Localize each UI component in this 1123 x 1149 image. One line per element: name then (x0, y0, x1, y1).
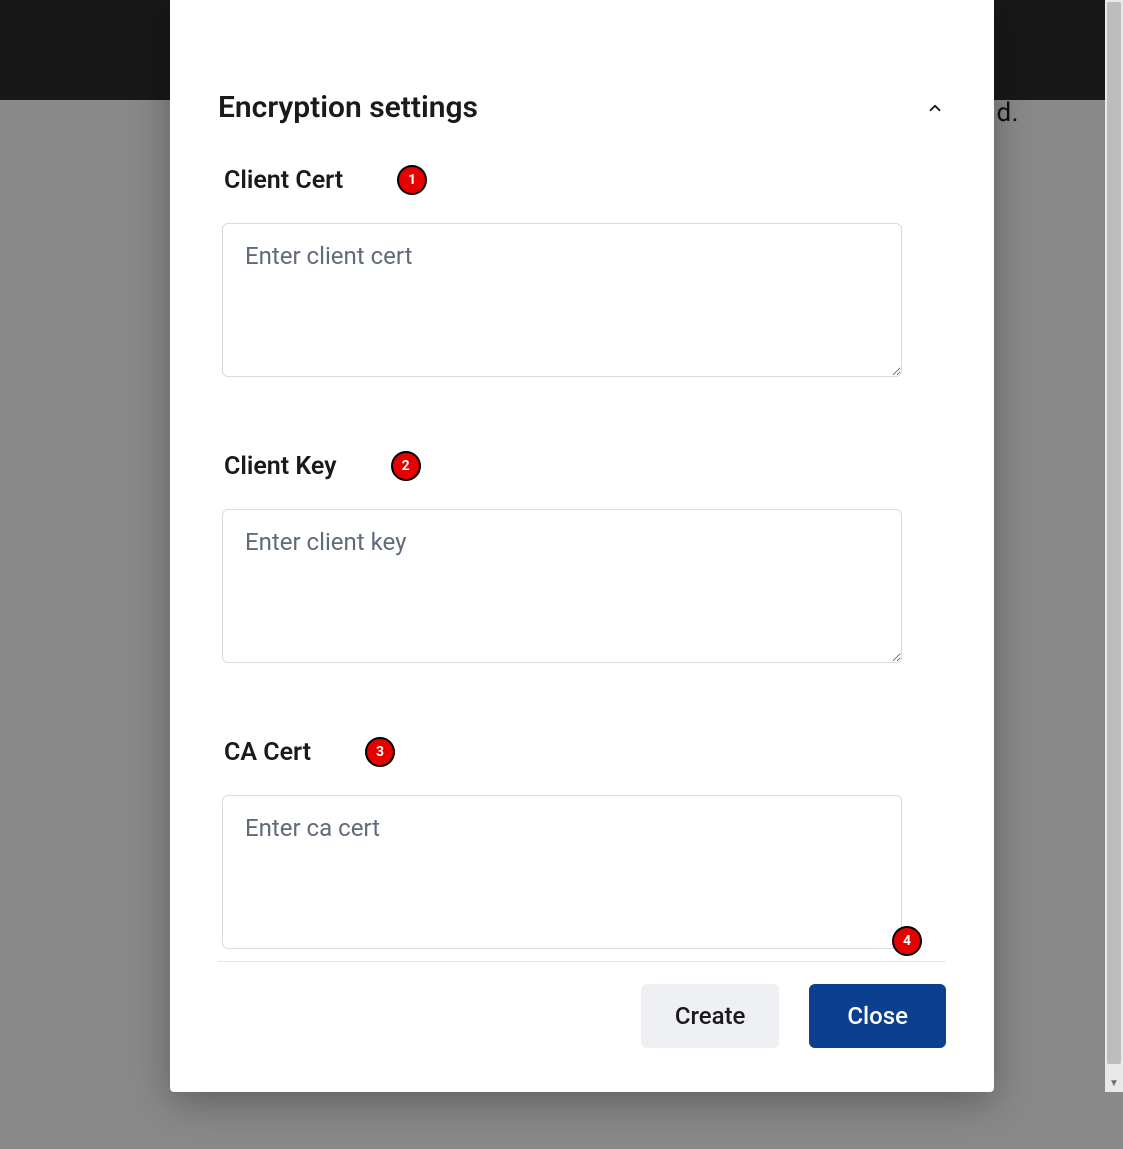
chevron-up-icon (924, 97, 946, 119)
client-cert-label: Client Cert (224, 166, 343, 195)
close-button[interactable]: Close (809, 984, 946, 1048)
ca-cert-label: CA Cert (224, 738, 311, 767)
modal-footer: 4 Create Close (170, 962, 994, 1092)
modal-body: Encryption settings Client Cert 1 Client… (170, 0, 994, 961)
ca-cert-textarea[interactable] (222, 795, 902, 949)
section-title: Encryption settings (218, 90, 478, 125)
create-button[interactable]: Create (641, 984, 780, 1048)
annotation-marker-2: 2 (391, 451, 421, 481)
modal-scrollbar-track[interactable]: ▼ (1105, 0, 1123, 1092)
encryption-settings-modal: Encryption settings Client Cert 1 Client… (170, 0, 994, 1092)
client-cert-textarea[interactable] (222, 223, 902, 377)
annotation-marker-1: 1 (397, 165, 427, 195)
field-ca-cert: CA Cert 3 (218, 737, 946, 953)
section-header-encryption[interactable]: Encryption settings (218, 0, 946, 165)
scrollbar-down-arrow-icon[interactable]: ▼ (1105, 1074, 1123, 1092)
client-key-label: Client Key (224, 452, 337, 481)
field-client-key: Client Key 2 (218, 451, 946, 667)
client-key-textarea[interactable] (222, 509, 902, 663)
modal-scrollbar-thumb[interactable] (1107, 2, 1121, 1064)
field-client-cert: Client Cert 1 (218, 165, 946, 381)
annotation-marker-4: 4 (892, 926, 922, 956)
annotation-marker-3: 3 (365, 737, 395, 767)
